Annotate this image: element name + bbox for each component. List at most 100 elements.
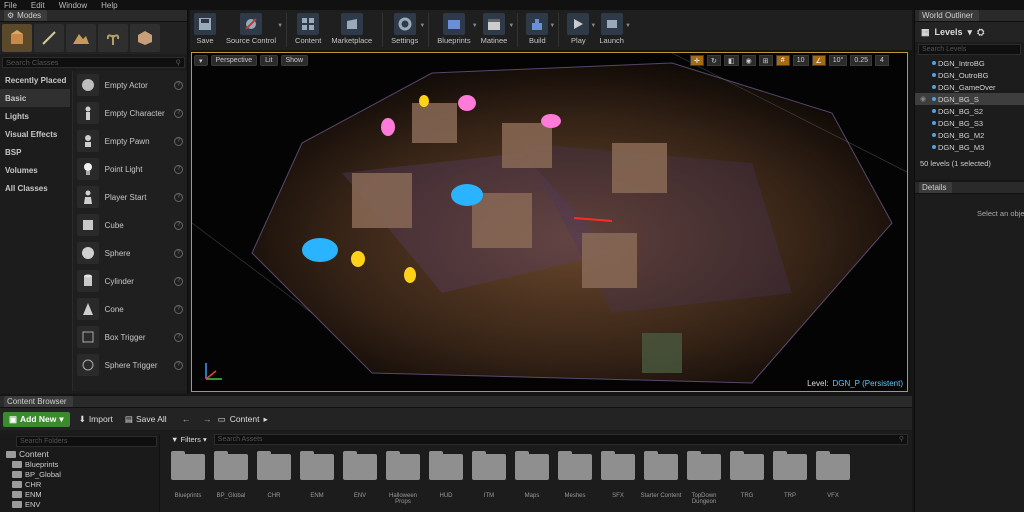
asset-folder[interactable]: Starter Content — [641, 451, 681, 505]
item-point-light[interactable]: Point Light? — [73, 155, 187, 183]
tree-row[interactable]: BP_Global — [0, 469, 159, 479]
asset-folder[interactable]: Halloween Props — [385, 451, 421, 505]
perspective-button[interactable]: Perspective — [210, 55, 258, 66]
chevron-right-icon[interactable]: ▸ — [263, 414, 267, 425]
blueprint-icon[interactable]: ⛭ — [977, 27, 984, 38]
rotate-icon[interactable]: ↻ — [706, 55, 721, 66]
forward-arrow-icon[interactable]: → — [203, 414, 212, 424]
chevron-down-icon[interactable]: ▼ — [549, 23, 555, 29]
menu-file[interactable]: File — [4, 1, 17, 10]
item-empty-character[interactable]: Empty Character? — [73, 99, 187, 127]
tree-row[interactable]: Blueprints — [0, 459, 159, 469]
chevron-down-icon[interactable]: ▼ — [508, 23, 514, 29]
help-icon[interactable]: ? — [174, 220, 183, 230]
level-row[interactable]: DGN_GameOver — [915, 81, 1024, 93]
grid-snap-value[interactable]: 10 — [792, 55, 809, 66]
world-outliner-tab[interactable]: World Outliner — [919, 10, 979, 21]
help-icon[interactable]: ? — [174, 80, 183, 90]
help-icon[interactable]: ? — [174, 304, 183, 314]
level-row[interactable]: DGN_IntroBG — [915, 57, 1024, 69]
class-search-input[interactable]: Search Classes ⚲ — [2, 57, 185, 68]
level-row[interactable]: DGN_BG_S3 — [915, 117, 1024, 129]
level-row[interactable]: DGN_BG_M3 — [915, 141, 1024, 153]
asset-folder[interactable]: HUD — [428, 451, 464, 505]
item-empty-actor[interactable]: Empty Actor? — [73, 71, 187, 99]
scale-icon[interactable]: ◧ — [723, 55, 739, 66]
play-button[interactable]: Play ▼ — [563, 13, 596, 45]
item-empty-pawn[interactable]: Empty Pawn? — [73, 127, 187, 155]
category-basic[interactable]: Basic — [0, 89, 70, 107]
tree-row-content[interactable]: Content — [0, 449, 159, 459]
item-sphere-trigger[interactable]: Sphere Trigger? — [73, 351, 187, 379]
asset-folder[interactable]: TRP — [772, 451, 808, 505]
modes-tab[interactable]: ⚙ Modes — [4, 10, 48, 21]
back-arrow-icon[interactable]: ← — [182, 414, 191, 424]
levels-search-input[interactable]: Search Levels — [918, 44, 1021, 55]
foliage-mode-icon[interactable] — [98, 24, 128, 52]
menu-window[interactable]: Window — [59, 1, 87, 10]
level-row-selected[interactable]: ◉ DGN_BG_S — [915, 93, 1024, 105]
geometry-mode-icon[interactable] — [130, 24, 160, 52]
camera-speed-value[interactable]: 4 — [875, 55, 889, 66]
settings-button[interactable]: Settings ▼ — [387, 13, 425, 45]
category-volumes[interactable]: Volumes — [0, 161, 70, 179]
import-button[interactable]: ⬇ Import — [76, 412, 116, 427]
landscape-mode-icon[interactable] — [66, 24, 96, 52]
matinee-button[interactable]: Matinee ▼ — [477, 13, 514, 45]
asset-folder[interactable]: CHR — [256, 451, 292, 505]
levels-menu-button[interactable]: Levels — [935, 27, 963, 37]
item-player-start[interactable]: Player Start? — [73, 183, 187, 211]
help-icon[interactable]: ? — [174, 360, 183, 370]
launch-button[interactable]: Launch ▼ — [595, 13, 631, 45]
item-cube[interactable]: Cube? — [73, 211, 187, 239]
level-viewport[interactable]: ▾ Perspective Lit Show ✛ ↻ ◧ ◉ ⊞ # 10 ∠ … — [191, 52, 908, 392]
save-button[interactable]: Save — [190, 13, 220, 45]
asset-folder[interactable]: TRG — [729, 451, 765, 505]
help-icon[interactable]: ? — [174, 332, 183, 342]
world-icon[interactable]: ◉ — [741, 55, 756, 66]
level-row[interactable]: DGN_BG_M2 — [915, 129, 1024, 141]
add-new-button[interactable]: ▣ Add New ▾ — [3, 411, 70, 427]
item-cylinder[interactable]: Cylinder? — [73, 267, 187, 295]
asset-folder[interactable]: TopDown Dungeon — [686, 451, 722, 505]
asset-folder[interactable]: Maps — [514, 451, 550, 505]
paint-mode-icon[interactable] — [34, 24, 64, 52]
breadcrumb-content[interactable]: Content — [230, 414, 260, 424]
content-browser-tab[interactable]: Content Browser — [4, 396, 73, 407]
folder-search-input[interactable]: Search Folders — [16, 436, 157, 447]
translate-icon[interactable]: ✛ — [689, 55, 704, 66]
item-cone[interactable]: Cone? — [73, 295, 187, 323]
marketplace-button[interactable]: Marketplace — [327, 13, 376, 45]
rotation-snap-toggle[interactable]: ∠ — [811, 55, 826, 66]
chevron-down-icon[interactable]: ▾ — [968, 27, 973, 38]
grid-snap-toggle[interactable]: # — [775, 55, 790, 66]
viewport-options-button[interactable]: ▾ — [194, 55, 208, 66]
category-bsp[interactable]: BSP — [0, 143, 70, 161]
asset-folder[interactable]: SFX — [600, 451, 636, 505]
asset-folder[interactable]: BP_Global — [213, 451, 249, 505]
item-box-trigger[interactable]: Box Trigger? — [73, 323, 187, 351]
build-button[interactable]: Build ▼ — [522, 13, 555, 45]
help-icon[interactable]: ? — [174, 248, 183, 258]
scale-snap-value[interactable]: 0.25 — [850, 55, 872, 66]
surface-snap-icon[interactable]: ⊞ — [758, 55, 773, 66]
asset-folder[interactable]: ENV — [342, 451, 378, 505]
tree-row[interactable]: CHR — [0, 479, 159, 489]
tree-row[interactable]: ENV — [0, 499, 159, 509]
category-lights[interactable]: Lights — [0, 107, 70, 125]
asset-folder[interactable]: VFX — [815, 451, 851, 505]
lit-button[interactable]: Lit — [260, 55, 278, 66]
source-control-button[interactable]: Source Control ▼ — [222, 13, 283, 45]
blueprints-button[interactable]: Blueprints ▼ — [433, 13, 478, 45]
asset-folder[interactable]: Blueprints — [170, 451, 206, 505]
help-icon[interactable]: ? — [174, 164, 183, 174]
help-icon[interactable]: ? — [174, 136, 183, 146]
content-button[interactable]: Content — [291, 13, 325, 45]
asset-folder[interactable]: ENM — [299, 451, 335, 505]
eye-icon[interactable]: ◉ — [920, 95, 932, 103]
level-row[interactable]: DGN_BG_S2 — [915, 105, 1024, 117]
help-icon[interactable]: ? — [174, 276, 183, 286]
tree-row[interactable]: ENM — [0, 489, 159, 499]
show-button[interactable]: Show — [280, 55, 309, 66]
filters-button[interactable]: ▼ Filters ▾ — [168, 435, 210, 444]
